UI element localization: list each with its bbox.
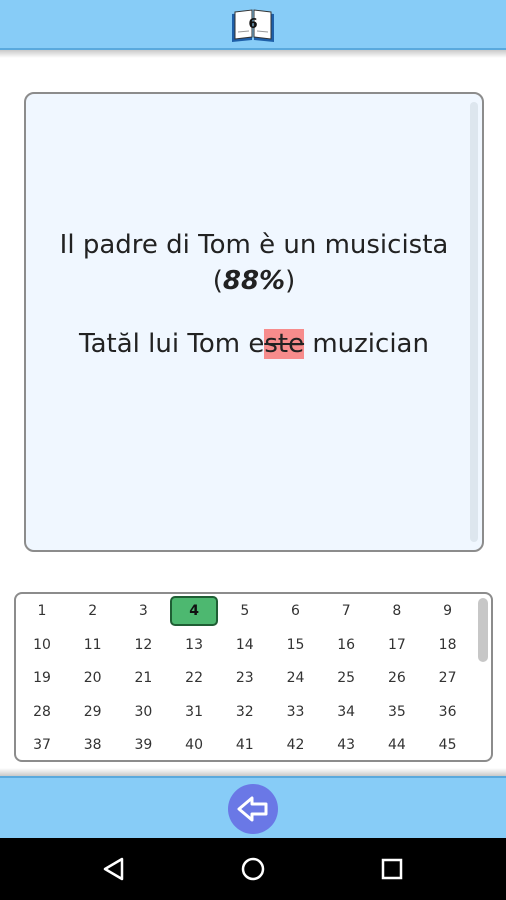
grid-cell[interactable]: 38 xyxy=(69,730,117,760)
grid-cell[interactable]: 29 xyxy=(69,697,117,727)
grid-cell[interactable]: 43 xyxy=(322,730,370,760)
book-number: 6 xyxy=(248,17,257,32)
bottom-app-bar xyxy=(0,776,506,838)
back-button[interactable] xyxy=(228,784,278,834)
grid-scrollbar[interactable] xyxy=(478,598,488,662)
grid-cell[interactable]: 36 xyxy=(424,697,472,727)
grid-cell[interactable]: 37 xyxy=(18,730,66,760)
grid-cell[interactable]: 2 xyxy=(69,596,117,626)
grid-cell[interactable]: 14 xyxy=(221,630,269,660)
grid-cell[interactable]: 33 xyxy=(272,697,320,727)
top-bar-shadow xyxy=(0,50,506,58)
nav-home-circle-icon xyxy=(241,857,265,881)
nav-back-triangle-icon xyxy=(103,857,124,881)
grid-cell[interactable]: 25 xyxy=(322,663,370,693)
back-arrow-icon xyxy=(237,796,268,822)
grid-cell[interactable]: 19 xyxy=(18,663,66,693)
answer-error-part: ste xyxy=(264,329,305,359)
grid-cell[interactable]: 41 xyxy=(221,730,269,760)
grid-cell[interactable]: 24 xyxy=(272,663,320,693)
sentence-card: Il padre di Tom è un musicista (88%) Tat… xyxy=(24,92,484,552)
score-line: (88%) xyxy=(36,264,472,298)
grid-cell[interactable]: 32 xyxy=(221,697,269,727)
grid-cell[interactable]: 42 xyxy=(272,730,320,760)
grid-cell[interactable]: 16 xyxy=(322,630,370,660)
italian-sentence: Il padre di Tom è un musicista xyxy=(59,230,449,260)
grid-cell[interactable]: 11 xyxy=(69,630,117,660)
grid-cell[interactable]: 18 xyxy=(424,630,472,660)
card-scrollbar[interactable] xyxy=(470,102,478,542)
grid-cell[interactable]: 7 xyxy=(322,596,370,626)
system-nav-bar xyxy=(0,838,506,900)
grid-cell[interactable]: 44 xyxy=(373,730,421,760)
grid-cell[interactable]: 20 xyxy=(69,663,117,693)
grid-cell[interactable]: 27 xyxy=(424,663,472,693)
grid-cell[interactable]: 39 xyxy=(119,730,167,760)
grid-cell[interactable]: 35 xyxy=(373,697,421,727)
grid-cell[interactable]: 5 xyxy=(221,596,269,626)
grid-cell[interactable]: 13 xyxy=(170,630,218,660)
grid-cell[interactable]: 3 xyxy=(119,596,167,626)
grid-cell[interactable]: 26 xyxy=(373,663,421,693)
nav-recents-button[interactable] xyxy=(375,852,409,886)
answer-rest: muzician xyxy=(304,329,429,359)
grid-cell[interactable]: 45 xyxy=(424,730,472,760)
bottom-bar-shadow xyxy=(0,768,506,776)
grid-cell[interactable]: 17 xyxy=(373,630,421,660)
grid-cell[interactable]: 21 xyxy=(119,663,167,693)
grid-cell[interactable]: 31 xyxy=(170,697,218,727)
grid-cell[interactable]: 40 xyxy=(170,730,218,760)
grid-cell[interactable]: 12 xyxy=(119,630,167,660)
top-app-bar: 6 xyxy=(0,0,506,50)
grid-cell[interactable]: 23 xyxy=(221,663,269,693)
nav-recents-square-icon xyxy=(381,858,403,880)
grid-cell[interactable]: 8 xyxy=(373,596,421,626)
sentence-number-grid: 1 2 3 4 5 6 7 8 9 10 11 12 13 14 15 16 17 18 19 20 21 22 23 24 2… xyxy=(14,592,493,762)
grid-cell-current[interactable]: 4 xyxy=(170,596,219,626)
nav-back-button[interactable] xyxy=(97,852,131,886)
answer-correct-part: Tatăl lui Tom e xyxy=(79,329,265,359)
grid-cell[interactable]: 6 xyxy=(272,596,320,626)
score-close-paren: ) xyxy=(285,266,296,296)
open-book-icon[interactable]: 6 xyxy=(230,6,276,44)
romanian-answer: Tatăl lui Tom este muzician xyxy=(36,327,472,361)
grid-cell[interactable]: 34 xyxy=(322,697,370,727)
score-percentage: 88% xyxy=(222,266,286,296)
grid-cell[interactable]: 1 xyxy=(18,596,66,626)
grid-cell[interactable]: 10 xyxy=(18,630,66,660)
grid-cell[interactable]: 22 xyxy=(170,663,218,693)
grid-cell[interactable]: 9 xyxy=(424,596,472,626)
nav-home-button[interactable] xyxy=(236,852,270,886)
score-open-paren: ( xyxy=(212,266,223,296)
grid-cell[interactable]: 30 xyxy=(119,697,167,727)
grid-cell[interactable]: 28 xyxy=(18,697,66,727)
grid-cell[interactable]: 15 xyxy=(272,630,320,660)
